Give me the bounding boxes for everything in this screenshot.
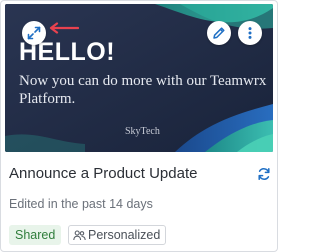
more-options-button[interactable] (238, 21, 262, 45)
shared-badge: Shared (9, 225, 62, 245)
template-card[interactable]: HELLO! Now you can do more with our Team… (0, 0, 278, 252)
more-vertical-icon (248, 27, 252, 39)
thumbnail-body-text: Now you can do more with our Teamwrx Pla… (19, 73, 267, 107)
personalized-badge: Personalized (68, 225, 167, 245)
expand-preview-button[interactable] (22, 21, 46, 45)
edit-button[interactable] (207, 21, 231, 45)
last-edited-text: Edited in the past 14 days (9, 197, 153, 211)
refresh-icon[interactable] (257, 167, 271, 181)
people-icon (73, 229, 86, 241)
annotation-arrow-icon (49, 22, 79, 34)
personalized-badge-label: Personalized (88, 228, 161, 242)
expand-arrows-icon (27, 26, 41, 40)
thumbnail-brand-logo: SkyTech (125, 126, 160, 137)
pencil-icon (213, 27, 225, 39)
card-title[interactable]: Announce a Product Update (9, 165, 197, 182)
template-thumbnail[interactable]: HELLO! Now you can do more with our Team… (5, 4, 273, 152)
